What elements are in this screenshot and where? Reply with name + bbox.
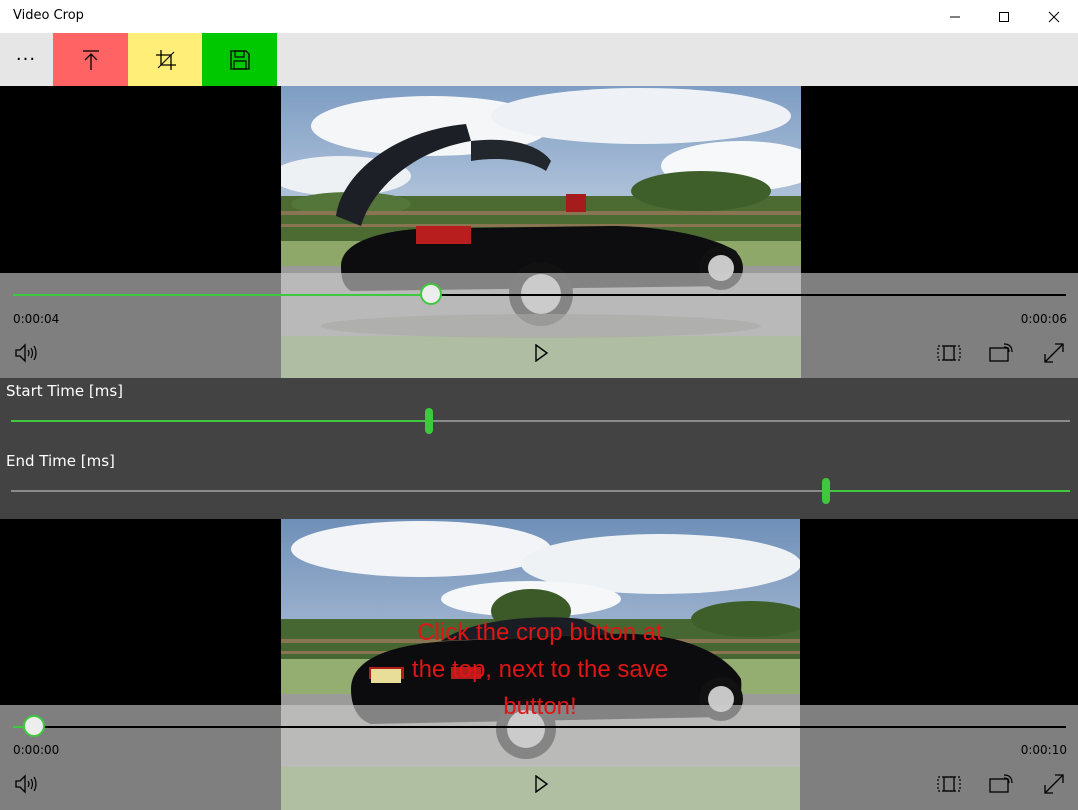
more-options-button[interactable]: ··· — [0, 33, 52, 86]
save-button[interactable] — [202, 33, 277, 86]
fullscreen-icon — [1044, 774, 1064, 794]
preview-remaining-time: 0:00:10 — [1020, 743, 1067, 757]
source-fullscreen-button[interactable] — [1041, 340, 1067, 366]
close-icon — [1048, 11, 1060, 22]
source-seek-bar[interactable] — [13, 294, 1066, 296]
play-icon — [535, 775, 549, 793]
preview-seek-thumb[interactable] — [23, 715, 46, 737]
source-remaining-time: 0:00:06 — [1020, 312, 1067, 326]
crop-button[interactable] — [128, 33, 203, 86]
minimize-icon — [950, 16, 960, 17]
fullscreen-icon — [1044, 343, 1064, 363]
source-transport-controls: 0:00:04 0:00:06 — [0, 273, 1078, 378]
aspect-ratio-icon — [937, 776, 961, 792]
maximize-button[interactable] — [981, 0, 1027, 33]
cast-icon — [989, 343, 1013, 362]
crop-instruction-message: Click the crop button at the top, next t… — [411, 619, 669, 720]
aspect-ratio-icon — [937, 345, 961, 361]
crop-icon — [155, 49, 176, 70]
source-cast-button[interactable] — [988, 340, 1014, 366]
preview-aspect-ratio-button[interactable] — [936, 771, 962, 797]
command-bar: ··· — [0, 33, 1078, 86]
minimize-button[interactable] — [932, 0, 978, 33]
source-volume-button[interactable] — [13, 340, 39, 366]
preview-seek-bar[interactable] — [13, 726, 1066, 728]
source-video-player[interactable]: 0:00:04 0:00:06 — [0, 86, 1078, 378]
preview-play-button[interactable] — [528, 771, 554, 797]
trim-panel: Start Time [ms] End Time [ms] — [0, 378, 1078, 519]
save-icon — [229, 49, 250, 70]
start-time-fill — [11, 420, 430, 422]
preview-elapsed-time: 0:00:00 — [13, 743, 60, 757]
volume-icon — [15, 774, 37, 794]
source-play-button[interactable] — [528, 340, 554, 366]
end-time-label: End Time [ms] — [6, 452, 115, 470]
end-time-slider[interactable] — [11, 490, 1070, 492]
play-icon — [535, 344, 549, 362]
close-button[interactable] — [1031, 0, 1077, 33]
source-seek-thumb[interactable] — [420, 283, 443, 305]
volume-icon — [15, 343, 37, 363]
end-time-thumb[interactable] — [822, 478, 831, 504]
preview-cast-button[interactable] — [988, 771, 1014, 797]
open-video-button[interactable] — [53, 33, 128, 86]
upload-icon — [82, 49, 99, 70]
window-title: Video Crop — [13, 8, 84, 23]
cast-icon — [989, 774, 1013, 793]
source-seek-progress — [13, 294, 432, 296]
start-time-label: Start Time [ms] — [6, 382, 124, 400]
preview-fullscreen-button[interactable] — [1041, 771, 1067, 797]
preview-volume-button[interactable] — [13, 771, 39, 797]
source-aspect-ratio-button[interactable] — [936, 340, 962, 366]
start-time-slider[interactable] — [11, 420, 1070, 422]
end-time-fill — [826, 490, 1070, 492]
start-time-thumb[interactable] — [425, 408, 434, 434]
maximize-icon — [999, 11, 1009, 22]
source-elapsed-time: 0:00:04 — [13, 312, 60, 326]
title-bar: Video Crop — [0, 0, 1078, 33]
